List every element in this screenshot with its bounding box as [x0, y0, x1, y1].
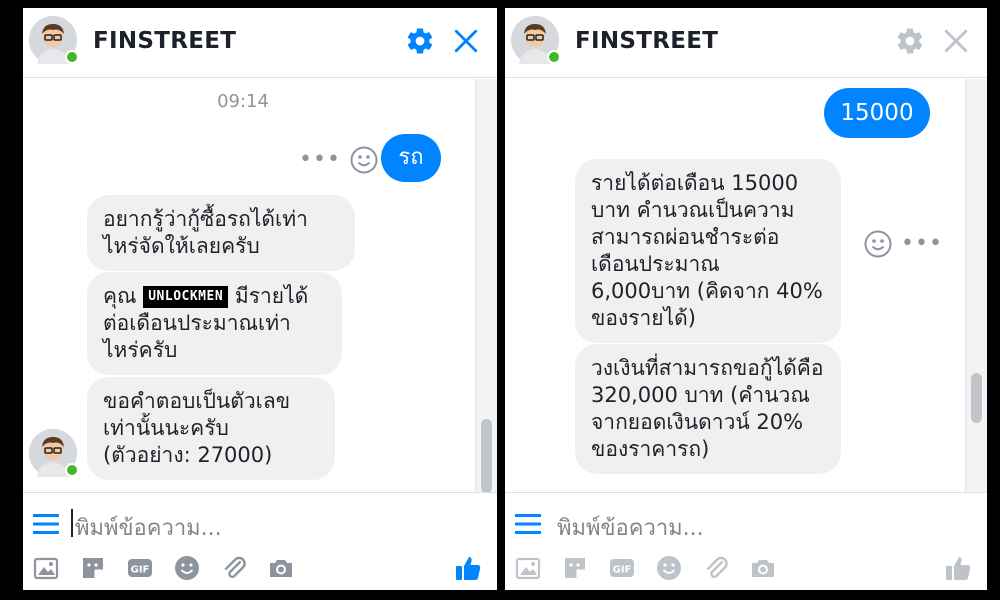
- image-icon[interactable]: [513, 553, 543, 583]
- sent-message-bubble: 15000: [824, 88, 930, 138]
- received-message-bubble: คุณ UNLOCKMEN มีรายได้ต่อเดือนประมาณเท่า…: [87, 272, 342, 375]
- camera-icon[interactable]: [748, 553, 778, 583]
- online-indicator: [65, 50, 79, 64]
- emoji-icon[interactable]: [654, 553, 684, 583]
- close-icon[interactable]: [943, 28, 969, 54]
- online-indicator: [547, 50, 561, 64]
- received-message-bubble: รายได้ต่อเดือน 15000 บาท คำนวณเป็นความสา…: [575, 159, 841, 343]
- more-icon[interactable]: •••: [901, 233, 943, 255]
- camera-icon[interactable]: [266, 553, 296, 583]
- gear-icon[interactable]: [405, 26, 435, 56]
- message-composer: พิมพ์ข้อความ... GIF: [23, 492, 497, 590]
- sent-message-bubble: รถ: [381, 134, 441, 182]
- scrollbar[interactable]: [965, 79, 987, 492]
- avatar[interactable]: [511, 16, 561, 64]
- menu-icon[interactable]: [33, 513, 59, 535]
- timestamp: 09:14: [217, 91, 269, 112]
- received-message-bubble: ขอคำตอบเป็นตัวเลขเท่านั้นนะครับ (ตัวอย่า…: [87, 377, 335, 480]
- scrollbar-thumb[interactable]: [481, 419, 492, 492]
- received-message-bubble: อยากรู้ว่ากู้ซื้อรถได้เท่าไหร่จัดให้เลยค…: [87, 195, 355, 271]
- scrollbar[interactable]: [475, 79, 497, 492]
- smile-icon[interactable]: [349, 145, 379, 175]
- composer-toolbar: GIF: [31, 553, 296, 583]
- sticker-icon[interactable]: [560, 553, 590, 583]
- svg-text:GIF: GIF: [131, 565, 150, 576]
- thumbs-up-icon[interactable]: [453, 553, 483, 583]
- sticker-icon[interactable]: [78, 553, 108, 583]
- page-title: FINSTREET: [575, 28, 719, 54]
- gif-icon[interactable]: GIF: [607, 553, 637, 583]
- close-icon[interactable]: [453, 28, 479, 54]
- message-composer: พิมพ์ข้อความ... GIF: [505, 492, 987, 590]
- chat-window-left: FINSTREET 09:14 ••• รถ อยากรู้ว่ากู้ซื้อ…: [23, 8, 497, 590]
- attachment-icon[interactable]: [219, 553, 249, 583]
- attachment-icon[interactable]: [701, 553, 731, 583]
- message-input[interactable]: พิมพ์ข้อความ...: [557, 510, 704, 545]
- message-list[interactable]: 15000 รายได้ต่อเดือน 15000 บาท คำนวณเป็น…: [505, 79, 987, 492]
- scrollbar-thumb[interactable]: [971, 373, 982, 423]
- unlockmen-badge: UNLOCKMEN: [143, 286, 229, 308]
- online-indicator: [65, 463, 79, 477]
- image-icon[interactable]: [31, 553, 61, 583]
- chat-header: FINSTREET: [23, 8, 497, 78]
- received-message-bubble: วงเงินที่สามารถขอกู้ได้คือ 320,000 บาท (…: [575, 344, 841, 474]
- thumbs-up-icon[interactable]: [943, 553, 973, 583]
- message-actions: •••: [299, 145, 379, 175]
- avatar[interactable]: [29, 16, 79, 64]
- composer-toolbar: GIF: [513, 553, 778, 583]
- sender-avatar[interactable]: [29, 429, 79, 477]
- menu-icon[interactable]: [515, 513, 541, 535]
- message-list[interactable]: 09:14 ••• รถ อยากรู้ว่ากู้ซื้อรถได้เท่าไ…: [23, 79, 497, 492]
- message-text: คุณ: [103, 284, 137, 308]
- page-title: FINSTREET: [93, 28, 237, 54]
- more-icon[interactable]: •••: [299, 149, 341, 171]
- gear-icon[interactable]: [895, 26, 925, 56]
- chat-header: FINSTREET: [505, 8, 987, 78]
- smile-icon[interactable]: [863, 229, 893, 259]
- chat-window-right: FINSTREET 15000 รายได้ต่อเดือน 15000 บาท…: [505, 8, 987, 590]
- message-actions: •••: [863, 229, 943, 259]
- svg-text:GIF: GIF: [613, 565, 632, 576]
- emoji-icon[interactable]: [172, 553, 202, 583]
- text-cursor: [71, 509, 73, 537]
- gif-icon[interactable]: GIF: [125, 553, 155, 583]
- message-input[interactable]: พิมพ์ข้อความ...: [75, 510, 222, 545]
